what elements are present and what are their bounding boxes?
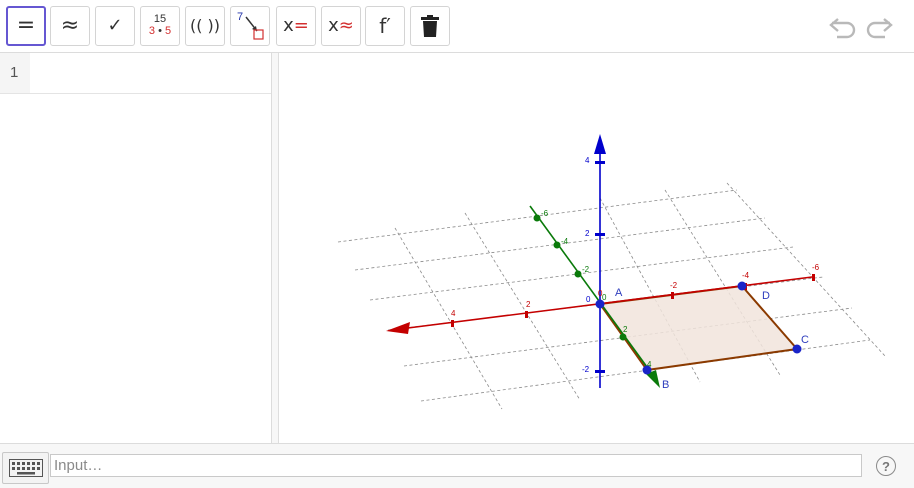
keyboard-icon: [8, 459, 43, 477]
svg-text:2: 2: [526, 300, 531, 309]
point-a-label: A: [615, 287, 623, 299]
svg-text:-4: -4: [561, 237, 569, 246]
cas-row[interactable]: 1: [0, 53, 271, 94]
svg-text:-2: -2: [582, 265, 590, 274]
delete-button[interactable]: [410, 6, 450, 46]
check-input-button[interactable]: ✓: [95, 6, 135, 46]
svg-text:4: 4: [451, 309, 456, 318]
point-d-label: D: [762, 290, 770, 302]
evaluate-numeric-button[interactable]: ≈: [50, 6, 90, 46]
graphics-3d-view[interactable]: 4 2 -2 4 2 -2 -4 -6 -6 -4 -2 2 4 0 0 0 A…: [279, 53, 914, 443]
y-axis: [529, 205, 656, 379]
svg-text:-6: -6: [812, 263, 820, 272]
redo-button[interactable]: [862, 12, 896, 42]
help-button[interactable]: ?: [876, 456, 896, 476]
derivative-button[interactable]: f′: [365, 6, 405, 46]
expand-button[interactable]: (( )): [185, 6, 225, 46]
point-b-label: B: [662, 379, 669, 391]
cas-toolbar: = ≈ ✓ 15 3 • 5 (( )) 7 x= x≈ f′: [0, 0, 914, 53]
svg-text:0: 0: [586, 295, 591, 304]
factor-button[interactable]: 15 3 • 5: [140, 6, 180, 46]
svg-text:7: 7: [237, 11, 243, 23]
cas-view: 1: [0, 53, 272, 443]
svg-text:-4: -4: [742, 271, 750, 280]
redo-icon: [866, 18, 893, 39]
svg-text:2: 2: [623, 325, 628, 334]
virtual-keyboard-button[interactable]: [2, 452, 49, 484]
geogebra-app: = ≈ ✓ 15 3 • 5 (( )) 7 x= x≈ f′ 1 4 2 -2…: [0, 0, 914, 488]
point-b[interactable]: [642, 365, 652, 375]
svg-text:4: 4: [585, 156, 590, 165]
svg-text:-6: -6: [541, 209, 549, 218]
svg-text:-2: -2: [670, 281, 678, 290]
point-a[interactable]: [595, 299, 605, 309]
solve-numerically-button[interactable]: x≈: [321, 6, 361, 46]
input-bar: ?: [0, 443, 914, 488]
solve-button[interactable]: x=: [276, 6, 316, 46]
checkmark-icon: ✓: [107, 15, 123, 36]
row-number: 1: [0, 53, 30, 93]
z-axis-arrow: [594, 134, 606, 154]
cas-row-input[interactable]: [30, 53, 271, 93]
trash-icon: [421, 15, 439, 37]
grid-lines: [337, 182, 886, 410]
evaluate-symbolic-button[interactable]: =: [6, 6, 46, 46]
svg-text:-2: -2: [582, 365, 590, 374]
substitute-button[interactable]: 7: [230, 6, 270, 46]
view-splitter[interactable]: [272, 53, 279, 443]
undo-icon: [829, 18, 856, 39]
point-d[interactable]: [737, 281, 747, 291]
point-c-label: C: [801, 334, 809, 346]
svg-text:2: 2: [585, 229, 590, 238]
substitute-icon: 7: [237, 11, 264, 40]
x-axis-arrow: [386, 322, 410, 334]
input-field[interactable]: [50, 454, 862, 477]
graphics-3d-canvas[interactable]: 4 2 -2 4 2 -2 -4 -6 -6 -4 -2 2 4 0 0 0 A…: [279, 53, 914, 443]
undo-button[interactable]: [826, 12, 860, 42]
